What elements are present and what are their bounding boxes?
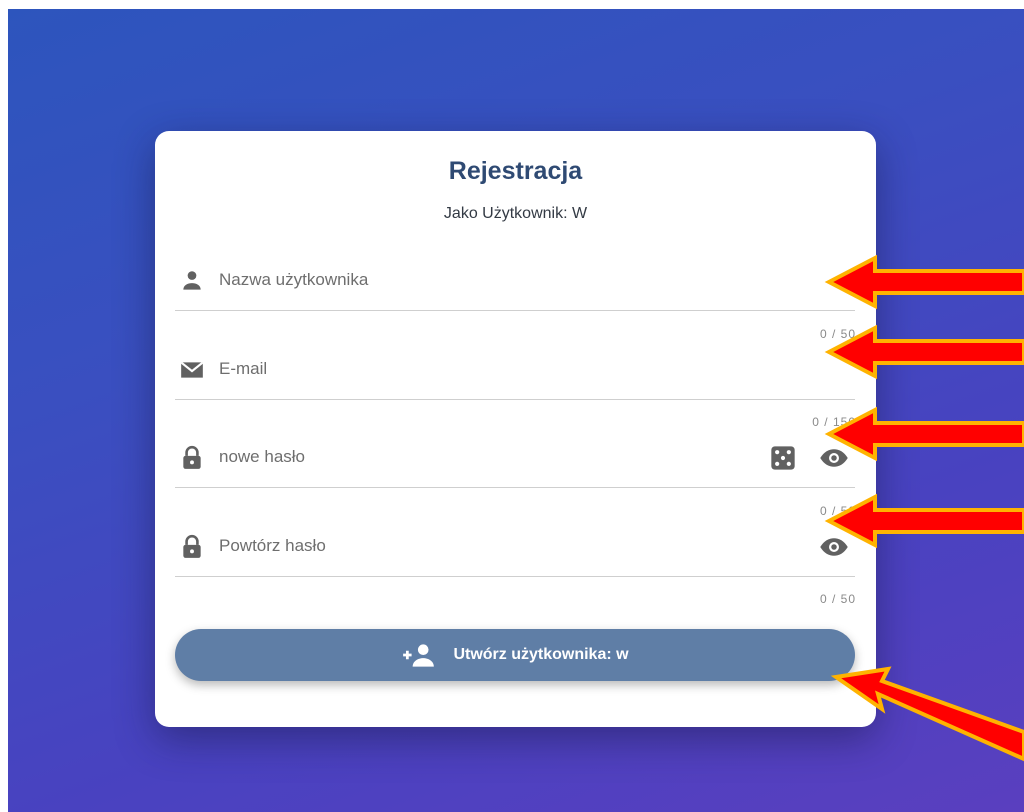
create-user-button[interactable]: Utwórz użytkownika: w (175, 629, 855, 681)
eye-icon[interactable] (819, 443, 849, 473)
dice-icon[interactable] (769, 444, 797, 472)
email-placeholder: E-mail (219, 359, 268, 378)
repeat-password-counter: 0 / 50 (819, 592, 856, 606)
username-field[interactable]: Nazwa użytkownika (175, 250, 855, 311)
eye-icon[interactable] (819, 532, 849, 562)
new-password-field[interactable]: nowe hasło (175, 427, 855, 488)
registration-card: Rejestracja Jako Użytkownik: W Nazwa uży… (155, 131, 876, 727)
person-icon (183, 271, 201, 290)
new-password-placeholder: nowe hasło (219, 447, 306, 466)
page-background: Rejestracja Jako Użytkownik: W Nazwa uży… (8, 9, 1024, 812)
lock-icon (183, 534, 201, 558)
page-title: Rejestracja (448, 157, 583, 185)
repeat-password-placeholder: Powtórz hasło (219, 536, 326, 555)
page-subtitle: Jako Użytkownik: W (443, 205, 588, 222)
username-placeholder: Nazwa użytkownika (219, 270, 369, 289)
person-add-icon (403, 644, 435, 667)
lock-icon (183, 445, 201, 469)
envelope-icon (180, 361, 204, 378)
email-field[interactable]: E-mail (175, 339, 855, 400)
repeat-password-field[interactable]: Powtórz hasło (175, 516, 855, 577)
create-user-label: Utwórz użytkownika: w (453, 646, 629, 663)
